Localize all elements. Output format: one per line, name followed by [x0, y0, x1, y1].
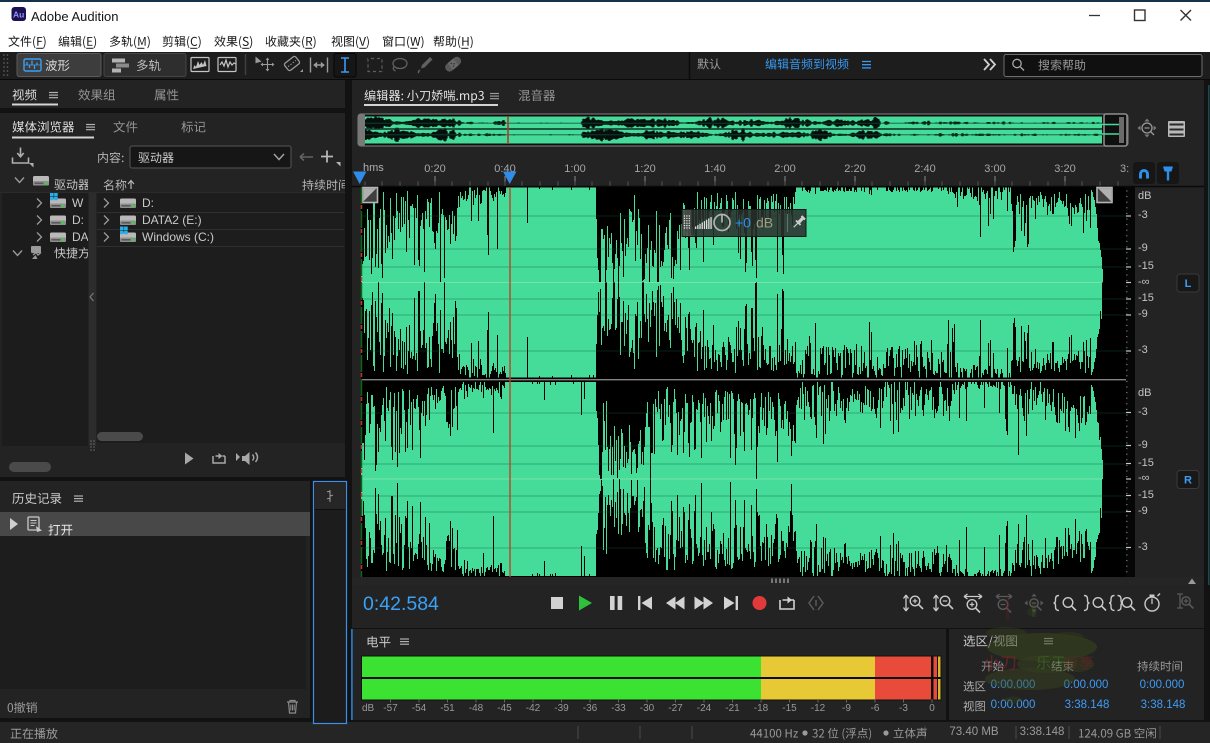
svg-text:dB: dB [756, 215, 773, 231]
svg-text:R: R [1184, 475, 1192, 487]
svg-text:D:: D: [72, 213, 84, 227]
svg-text:L: L [1185, 278, 1192, 290]
svg-text:W: W [72, 196, 84, 210]
svg-text:D:: D: [142, 196, 154, 210]
svg-text:DATA2 (E:): DATA2 (E:) [142, 213, 202, 227]
svg-text:Au: Au [13, 10, 24, 20]
svg-text:+0: +0 [735, 215, 751, 231]
svg-text:DA: DA [72, 230, 89, 244]
svg-text:Windows (C:): Windows (C:) [142, 230, 214, 244]
